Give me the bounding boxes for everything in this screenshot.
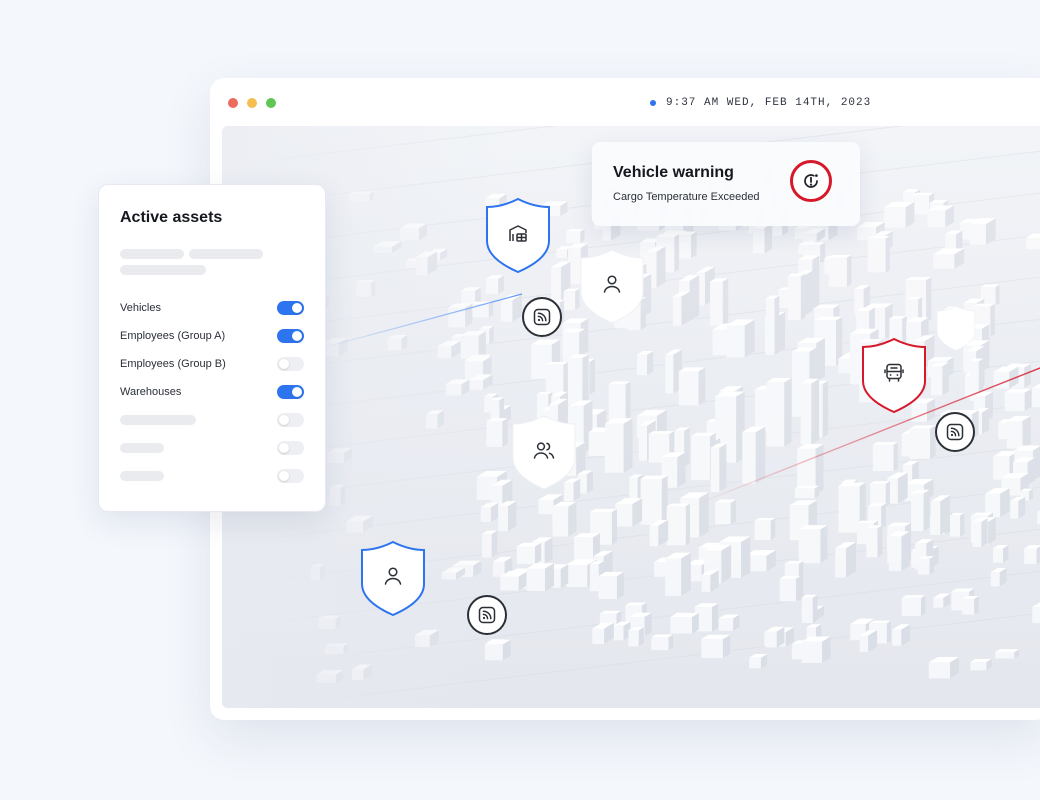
asset-row-employees-group-b[interactable]: Employees (Group B): [120, 354, 304, 374]
minimize-window-button[interactable]: [247, 98, 257, 108]
warehouse-icon: [509, 225, 527, 242]
asset-label: Warehouses: [120, 386, 182, 398]
toggle-knob: [279, 359, 289, 369]
toggle-knob: [279, 471, 289, 481]
asset-row-placeholder: [120, 438, 304, 458]
warning-title: Vehicle warning: [613, 164, 734, 181]
asset-row-vehicles[interactable]: Vehicles: [120, 298, 304, 318]
toggle-knob: [292, 331, 302, 341]
vehicle-marker-alert[interactable]: [861, 337, 927, 413]
live-indicator-icon: [650, 100, 656, 106]
sensor-feed-marker[interactable]: [467, 595, 507, 635]
maximize-window-button[interactable]: [266, 98, 276, 108]
asset-label: Vehicles: [120, 302, 161, 314]
asset-label: Employees (Group B): [120, 358, 226, 370]
clock-text: 9:37 AM WED, FEB 14TH, 2023: [666, 97, 872, 109]
asset-label: Employees (Group A): [120, 330, 226, 342]
loading-placeholder: [120, 443, 164, 453]
warehouses-toggle[interactable]: [277, 385, 304, 399]
person-icon: [384, 567, 402, 585]
loading-placeholder: [120, 415, 196, 425]
employees-group-a-toggle[interactable]: [277, 329, 304, 343]
title-bar: 9:37 AM WED, FEB 14TH, 2023: [210, 78, 1040, 126]
warehouse-marker[interactable]: [485, 197, 551, 273]
rss-feed-icon: [533, 308, 551, 326]
asset-row-employees-group-a[interactable]: Employees (Group A): [120, 326, 304, 346]
loading-placeholder: [120, 471, 164, 481]
employee-marker[interactable]: [579, 248, 645, 324]
toggle-knob: [292, 387, 302, 397]
asset-row-placeholder: [120, 410, 304, 430]
warning-message: Cargo Temperature Exceeded: [613, 191, 760, 203]
rss-feed-icon: [478, 606, 496, 624]
asset-row-warehouses[interactable]: Warehouses: [120, 382, 304, 402]
loading-placeholder: [189, 249, 263, 259]
close-window-button[interactable]: [228, 98, 238, 108]
employee-marker-selected[interactable]: [360, 540, 426, 616]
vehicle-warning-card[interactable]: Vehicle warning Cargo Temperature Exceed…: [592, 142, 860, 226]
toggle-knob: [279, 415, 289, 425]
sensor-feed-marker[interactable]: [522, 297, 562, 337]
toggle-knob: [279, 443, 289, 453]
employees-group-b-toggle[interactable]: [277, 357, 304, 371]
group-icon: [533, 442, 555, 459]
placeholder-toggle: [277, 441, 304, 455]
toggle-knob: [292, 303, 302, 313]
stage: 9:37 AM WED, FEB 14TH, 2023 Active asset…: [0, 0, 1040, 800]
active-assets-title: Active assets: [120, 209, 223, 226]
blank-marker[interactable]: [936, 305, 976, 351]
loading-placeholder: [120, 265, 206, 275]
asset-row-placeholder: [120, 466, 304, 486]
placeholder-toggle: [277, 469, 304, 483]
clock: 9:37 AM WED, FEB 14TH, 2023: [650, 96, 871, 110]
temperature-alert-icon[interactable]: [790, 160, 832, 202]
rss-feed-icon: [946, 423, 964, 441]
loading-placeholder: [120, 249, 184, 259]
person-icon: [603, 275, 621, 293]
sensor-feed-marker[interactable]: [935, 412, 975, 452]
employee-group-marker[interactable]: [511, 414, 577, 490]
vehicles-toggle[interactable]: [277, 301, 304, 315]
bus-icon: [884, 363, 904, 382]
placeholder-toggle: [277, 413, 304, 427]
active-assets-panel: Active assets Vehicles Employees (Group …: [98, 184, 326, 512]
